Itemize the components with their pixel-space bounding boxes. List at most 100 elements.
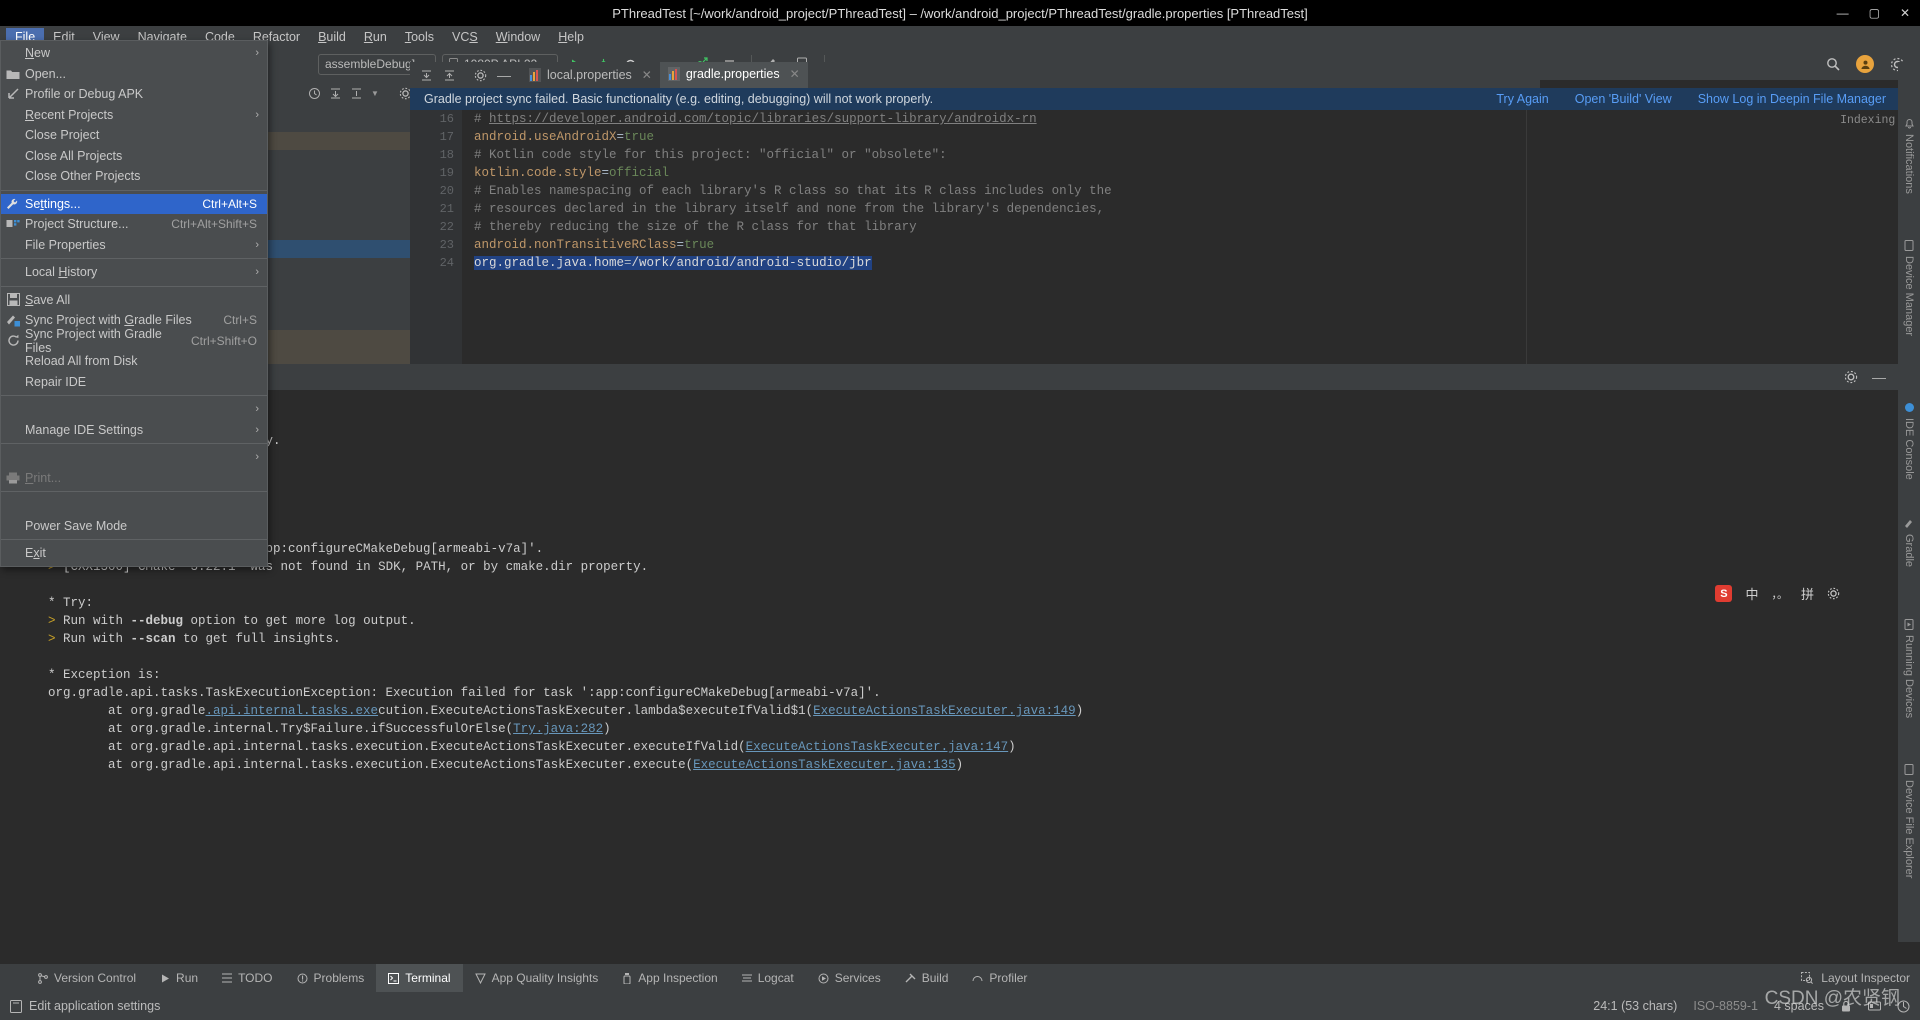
expand-all-icon[interactable]: [420, 69, 433, 82]
sidebar-item-gradle[interactable]: Gradle: [1903, 518, 1915, 567]
menu-item-project-structure[interactable]: Project Structure... Ctrl+Alt+Shift+S: [1, 214, 267, 235]
ime-mode-toggle[interactable]: 拼: [1801, 584, 1814, 603]
open-build-view-link[interactable]: Open 'Build' View: [1575, 92, 1672, 106]
menu-item-new[interactable]: New ›: [1, 43, 267, 64]
menu-help[interactable]: Help: [549, 28, 593, 46]
menu-item-power-save-mode[interactable]: [1, 495, 267, 516]
tab-app-quality-insights[interactable]: App Quality Insights: [463, 964, 611, 992]
menu-item-save-all[interactable]: Save All: [1, 290, 267, 311]
project-structure-icon: [1, 218, 25, 230]
tab-label: gradle.properties: [685, 67, 780, 81]
code-editor[interactable]: 16 17 18 19 20 21 22 23 24 # https://dev…: [410, 110, 1920, 365]
gear-icon[interactable]: [1827, 587, 1840, 600]
tab-todo[interactable]: TODO: [210, 964, 284, 992]
expand-all-icon[interactable]: [329, 87, 342, 100]
menu-item-close-project[interactable]: Close Project: [1, 125, 267, 146]
terminal-header: —: [0, 364, 1898, 390]
caret-position[interactable]: 24:1 (53 chars): [1593, 999, 1677, 1013]
gear-icon[interactable]: [1844, 370, 1858, 384]
sidebar-label: IDE Console: [1903, 418, 1915, 480]
chevron-down-icon[interactable]: ▼: [371, 89, 379, 98]
menu-item-export[interactable]: ›: [1, 447, 267, 468]
tab-problems[interactable]: Problems: [285, 964, 377, 992]
menu-item-exit[interactable]: Exit: [1, 543, 267, 564]
status-left-text[interactable]: Edit application settings: [29, 999, 160, 1013]
close-icon[interactable]: ✕: [790, 67, 800, 81]
tab-version-control[interactable]: Version Control: [26, 964, 148, 992]
menu-item-essential-highlighting[interactable]: Power Save Mode: [1, 516, 267, 537]
chevron-right-icon: ›: [255, 47, 259, 60]
tab-run[interactable]: Run: [148, 964, 210, 992]
tab-profiler[interactable]: Profiler: [960, 964, 1039, 992]
maximize-button[interactable]: ▢: [1869, 7, 1880, 19]
tab-app-inspection[interactable]: App Inspection: [610, 964, 729, 992]
close-button[interactable]: ✕: [1900, 7, 1910, 19]
menu-item-invalidate-caches[interactable]: Repair IDE: [1, 372, 267, 393]
try-again-link[interactable]: Try Again: [1496, 92, 1548, 106]
gear-icon[interactable]: [466, 69, 487, 82]
sidebar-item-running-devices[interactable]: Running Devices: [1903, 618, 1915, 718]
menu-separator: [1, 189, 267, 191]
memory-icon[interactable]: [1897, 1000, 1910, 1013]
project-settings-icon[interactable]: [387, 87, 412, 100]
menu-item-label: Save All: [25, 292, 71, 307]
inspections-icon[interactable]: [1868, 1000, 1881, 1013]
scroll-from-source-icon[interactable]: [350, 87, 363, 100]
close-icon[interactable]: ✕: [642, 68, 652, 82]
properties-file-icon: [529, 68, 541, 82]
menu-item-open[interactable]: Open...: [1, 64, 267, 85]
sidebar-item-device-manager[interactable]: Device Manager: [1903, 239, 1915, 336]
menu-build[interactable]: Build: [309, 28, 355, 46]
menu-item-profile-or-debug-apk[interactable]: Profile or Debug APK: [1, 84, 267, 105]
menu-vcs[interactable]: VCS: [443, 28, 487, 46]
tab-build[interactable]: Build: [893, 964, 961, 992]
minimize-button[interactable]: —: [1837, 7, 1849, 19]
menu-item-repair-ide[interactable]: Reload All from Disk: [1, 351, 267, 372]
hide-panel-icon[interactable]: —: [1872, 370, 1886, 384]
menu-item-label: Profile or Debug APK: [25, 87, 144, 102]
tab-label: Run: [176, 971, 199, 985]
sidebar-item-notifications[interactable]: Notifications: [1903, 118, 1915, 194]
terminal-output[interactable]: ges lists! nifests to be fetched remotel…: [22, 390, 1898, 942]
ime-language-toggle[interactable]: 中: [1745, 584, 1758, 603]
menu-item-local-history[interactable]: Local History ›: [1, 262, 267, 283]
sogou-logo-icon[interactable]: S: [1715, 585, 1733, 602]
lock-icon[interactable]: [1840, 1000, 1852, 1013]
right-tool-strip: Notifications Device Manager IDE Console…: [1898, 62, 1920, 942]
hide-panel-icon[interactable]: —: [497, 67, 511, 83]
menu-window[interactable]: Window: [487, 28, 549, 46]
tab-terminal[interactable]: Terminal: [376, 964, 463, 992]
editor-content[interactable]: # https://developer.android.com/topic/li…: [462, 110, 1527, 365]
profiler-icon: [972, 973, 983, 983]
indent-setting[interactable]: 4 spaces: [1774, 999, 1824, 1013]
menu-item-close-other-projects[interactable]: Close Other Projects: [1, 166, 267, 187]
code-url[interactable]: https://developer.android.com/topic/libr…: [489, 112, 1037, 126]
chevron-right-icon: ›: [255, 266, 259, 279]
layout-inspector-entry[interactable]: Layout Inspector: [1801, 971, 1920, 985]
menu-item-file-properties[interactable]: File Properties ›: [1, 235, 267, 256]
chevron-right-icon: ›: [255, 451, 259, 464]
tab-gradle-properties[interactable]: gradle.properties ✕: [659, 62, 808, 88]
menu-item-settings[interactable]: Settings... Ctrl+Alt+S: [1, 193, 267, 214]
tab-logcat[interactable]: Logcat: [730, 964, 806, 992]
menu-item-new-projects-setup[interactable]: Manage IDE Settings ›: [1, 420, 267, 441]
tab-services[interactable]: Services: [806, 964, 893, 992]
menu-item-manage-ide-settings[interactable]: ›: [1, 399, 267, 420]
collapse-all-icon[interactable]: [443, 69, 456, 82]
tab-local-properties[interactable]: local.properties ✕: [521, 62, 660, 88]
sidebar-label: Device File Explorer: [1903, 779, 1915, 879]
ime-punctuation-toggle[interactable]: ，。: [1771, 586, 1788, 602]
menu-run[interactable]: Run: [355, 28, 396, 46]
sidebar-item-ide-console[interactable]: IDE Console: [1903, 402, 1915, 480]
sidebar-item-device-file-explorer[interactable]: Device File Explorer: [1903, 763, 1915, 879]
avatar[interactable]: [1856, 55, 1874, 73]
menu-item-recent-projects[interactable]: Recent Projects ›: [1, 105, 267, 126]
terminal-icon: [388, 972, 400, 984]
edit-settings-icon[interactable]: [10, 999, 22, 1013]
file-encoding[interactable]: ISO-8859-1: [1693, 999, 1758, 1013]
show-log-link[interactable]: Show Log in Deepin File Manager: [1698, 92, 1886, 106]
menu-item-close-all-projects[interactable]: Close All Projects: [1, 146, 267, 167]
search-icon[interactable]: [1822, 53, 1844, 75]
menu-tools[interactable]: Tools: [396, 28, 443, 46]
menu-item-reload-all-from-disk[interactable]: Sync Project with Gradle Files Ctrl+Shif…: [1, 327, 267, 355]
